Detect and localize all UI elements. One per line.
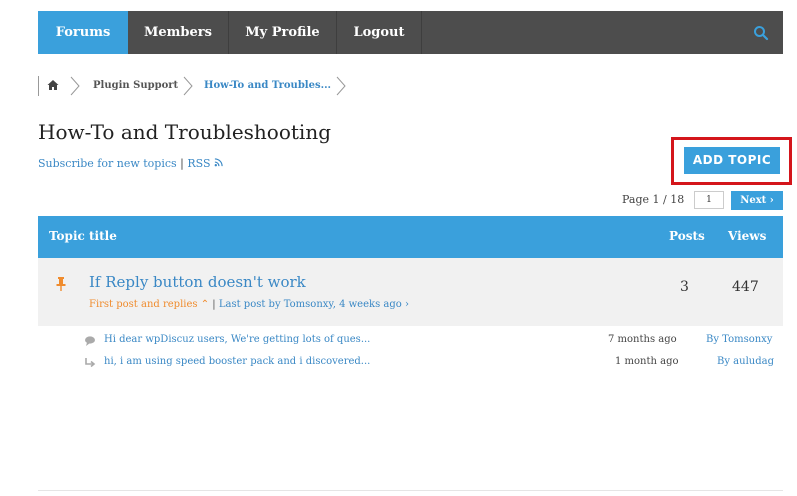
subscribe-link[interactable]: Subscribe for new topics — [38, 157, 177, 170]
tab-members[interactable]: Members — [128, 11, 229, 54]
list-item: hi, i am using speed booster pack and i … — [84, 356, 584, 370]
reply-author-link[interactable]: By Tomsonxy — [706, 334, 772, 345]
topic-posts-count: 3 — [680, 279, 689, 295]
next-page-button[interactable]: Next › — [731, 191, 783, 210]
tab-my-profile[interactable]: My Profile — [229, 11, 337, 54]
reply-time: 1 month ago — [615, 356, 679, 367]
tab-forums[interactable]: Forums — [38, 11, 128, 54]
rss-link[interactable]: RSS — [187, 157, 210, 170]
subscribe-line: Subscribe for new topics | RSS — [38, 157, 223, 170]
pin-icon — [56, 277, 66, 291]
subscribe-separator: | — [180, 157, 184, 170]
header-topic-title: Topic title — [49, 229, 117, 243]
breadcrumb-divider — [38, 76, 39, 96]
last-post-link[interactable]: Last post by Tomsonxy, 4 weeks ago — [219, 299, 402, 310]
reply-link[interactable]: hi, i am using speed booster pack and i … — [104, 356, 370, 367]
breadcrumb-plugin-support[interactable]: Plugin Support — [93, 80, 178, 91]
comment-icon — [85, 336, 95, 346]
reply-author-link[interactable]: By auludag — [717, 356, 774, 367]
topic-views-count: 447 — [732, 279, 759, 295]
reply-arrow-icon — [85, 358, 96, 368]
first-post-toggle[interactable]: First post and replies — [89, 299, 198, 310]
next-label: Next — [740, 195, 767, 206]
page-number-input[interactable]: 1 — [694, 191, 724, 209]
breadcrumb-chevron-icon — [70, 76, 80, 96]
rss-icon[interactable] — [214, 158, 223, 167]
header-posts: Posts — [669, 229, 705, 243]
add-topic-button[interactable]: ADD TOPIC — [684, 147, 780, 174]
topic-table-header: Topic title Posts Views — [38, 216, 783, 258]
reply-time: 7 months ago — [608, 334, 677, 345]
page-title: How-To and Troubleshooting — [38, 120, 331, 144]
tab-logout[interactable]: Logout — [337, 11, 422, 54]
footer-divider — [38, 490, 783, 491]
top-navigation-bar: Forums Members My Profile Logout — [38, 11, 783, 54]
chevron-right-icon: › — [769, 195, 774, 206]
chevron-up-icon[interactable]: ⌃ — [201, 299, 209, 310]
page-label: Page 1 / 18 — [622, 193, 685, 206]
header-views: Views — [728, 229, 767, 243]
reply-link[interactable]: Hi dear wpDiscuz users, We're getting lo… — [104, 334, 370, 345]
topic-title-link[interactable]: If Reply button doesn't work — [89, 273, 306, 291]
breadcrumb-current[interactable]: How-To and Troubles... — [204, 80, 331, 91]
breadcrumb-chevron-icon — [336, 76, 346, 96]
home-icon[interactable] — [46, 78, 60, 92]
breadcrumb-chevron-icon — [183, 76, 193, 96]
table-row: If Reply button doesn't work First post … — [38, 258, 783, 326]
chevron-right-icon[interactable]: › — [405, 299, 409, 310]
meta-separator: | — [212, 299, 216, 310]
list-item: Hi dear wpDiscuz users, We're getting lo… — [84, 334, 584, 348]
search-icon[interactable] — [753, 25, 769, 41]
topic-meta: First post and replies ⌃ | Last post by … — [89, 299, 409, 310]
